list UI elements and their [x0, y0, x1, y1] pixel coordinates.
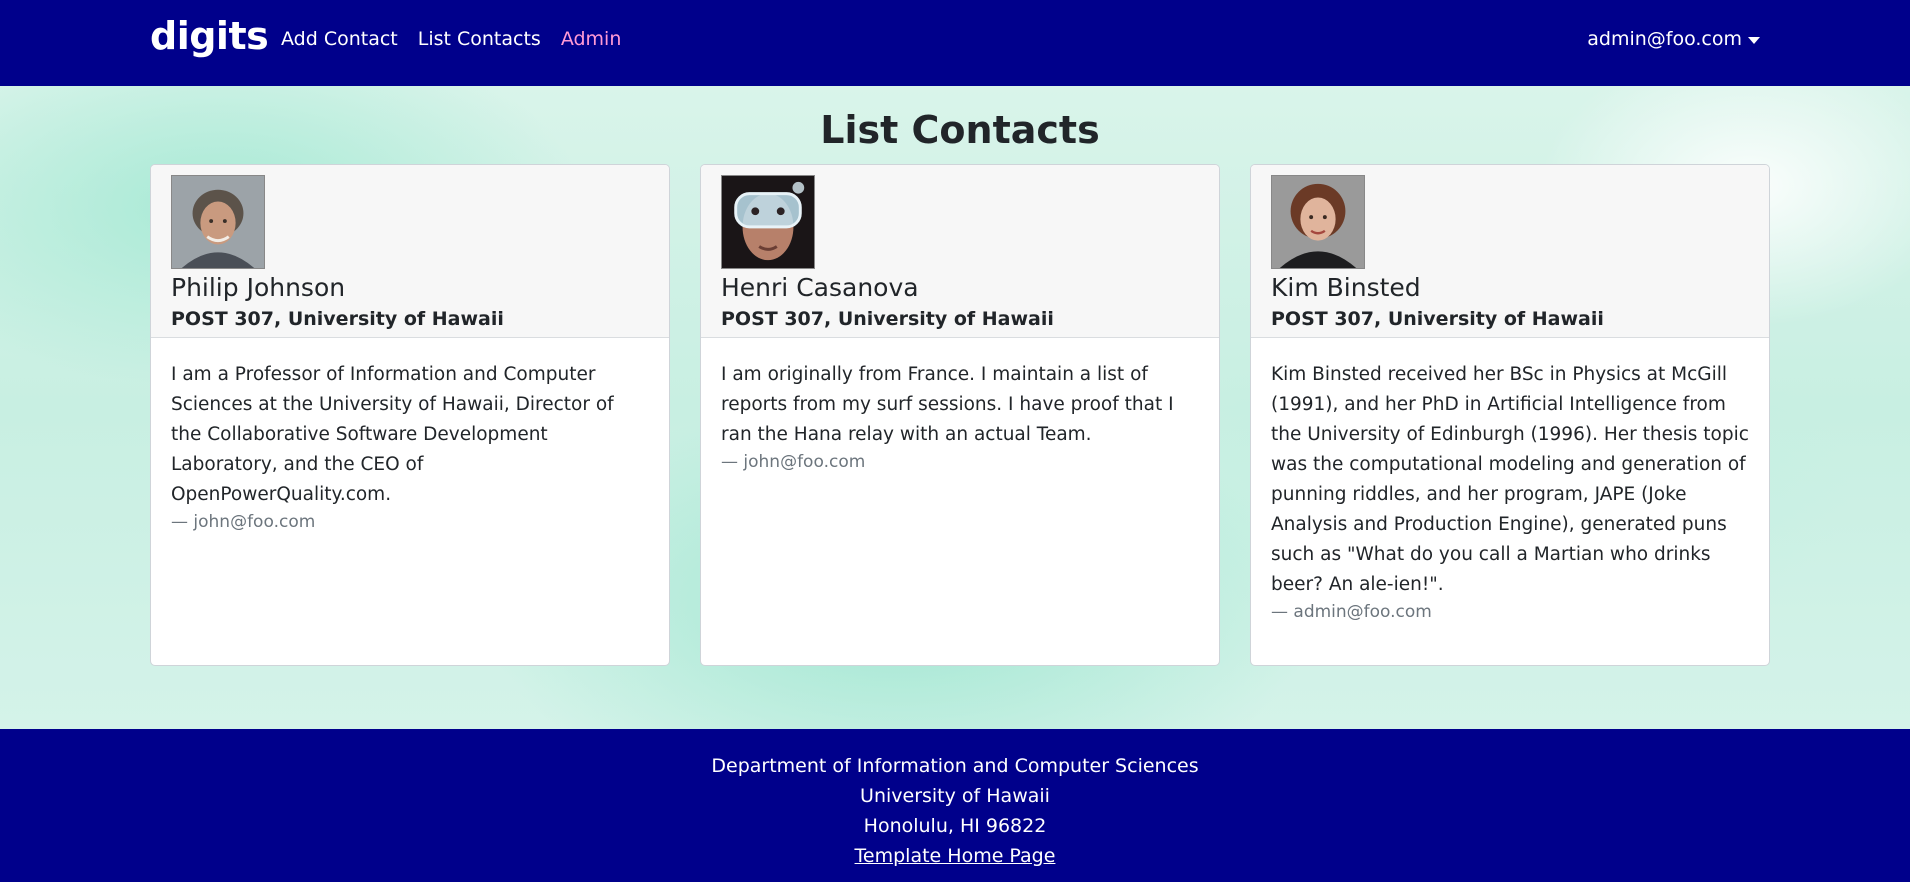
user-email: admin@foo.com: [1587, 28, 1742, 50]
contact-owner: — john@foo.com: [721, 452, 866, 472]
card-header: Henri Casanova POST 307, University of H…: [701, 165, 1219, 338]
nav-admin[interactable]: Admin: [561, 28, 622, 50]
template-home-link[interactable]: Template Home Page: [855, 845, 1056, 867]
contact-description: Kim Binsted received her BSc in Physics …: [1271, 364, 1749, 595]
contact-owner: — john@foo.com: [171, 512, 316, 532]
footer-university: University of Hawaii: [860, 785, 1050, 807]
nav-links: Add Contact List Contacts Admin: [281, 28, 621, 50]
brand-logo[interactable]: digits: [150, 14, 269, 58]
card-body: I am originally from France. I maintain …: [701, 338, 1219, 475]
contact-card: Kim Binsted POST 307, University of Hawa…: [1250, 164, 1770, 666]
footer-department: Department of Information and Computer S…: [711, 755, 1199, 777]
card-header: Kim Binsted POST 307, University of Hawa…: [1251, 165, 1769, 338]
contact-owner: — admin@foo.com: [1271, 602, 1432, 622]
contact-address: POST 307, University of Hawaii: [1271, 308, 1604, 330]
card-body: Kim Binsted received her BSc in Physics …: [1251, 338, 1769, 625]
page-title: List Contacts: [820, 108, 1100, 152]
contact-name: Kim Binsted: [1271, 273, 1421, 302]
contact-address: POST 307, University of Hawaii: [171, 308, 504, 330]
contact-card: Philip Johnson POST 307, University of H…: [150, 164, 670, 666]
contact-description: I am a Professor of Information and Comp…: [171, 364, 614, 505]
avatar: [1271, 175, 1365, 269]
footer-city: Honolulu, HI 96822: [863, 815, 1047, 837]
contact-description: I am originally from France. I maintain …: [721, 364, 1174, 445]
contact-name: Henri Casanova: [721, 273, 919, 302]
navbar: digits Add Contact List Contacts Admin a…: [0, 0, 1910, 86]
card-body: I am a Professor of Information and Comp…: [151, 338, 669, 535]
nav-add-contact[interactable]: Add Contact: [281, 28, 398, 50]
caret-down-icon: [1748, 36, 1760, 44]
footer: Department of Information and Computer S…: [0, 729, 1910, 882]
card-header: Philip Johnson POST 307, University of H…: [151, 165, 669, 338]
nav-list-contacts[interactable]: List Contacts: [418, 28, 541, 50]
avatar: [721, 175, 815, 269]
avatar: [171, 175, 265, 269]
user-dropdown[interactable]: admin@foo.com: [1587, 28, 1760, 50]
contact-card: Henri Casanova POST 307, University of H…: [700, 164, 1220, 666]
contact-address: POST 307, University of Hawaii: [721, 308, 1054, 330]
contact-name: Philip Johnson: [171, 273, 346, 302]
